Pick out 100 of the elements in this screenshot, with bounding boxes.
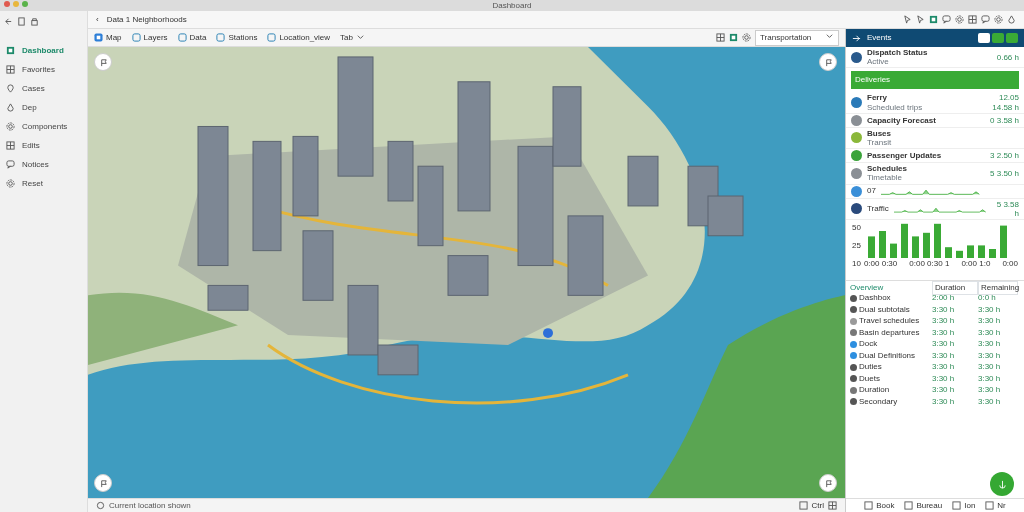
status-button[interactable]: Ctrl <box>811 499 824 512</box>
caret-icon <box>825 31 834 41</box>
column-header: Duration <box>932 280 978 295</box>
table-icon <box>968 15 977 24</box>
back-button[interactable]: ‹ <box>96 13 99 26</box>
gear-icon <box>955 15 964 24</box>
toolbar-button[interactable]: Map <box>94 31 122 44</box>
layers-icon <box>267 33 277 42</box>
item-subtitle: Active <box>867 57 890 67</box>
item-value: 0 3.58 h <box>990 115 1019 125</box>
table-cell-text: 3:30 h <box>932 315 956 328</box>
table-cell-text: 3:30 h <box>932 395 956 408</box>
bottom-tab[interactable]: Bureau <box>904 499 943 512</box>
sidebar-item[interactable]: Dashboard <box>0 41 87 60</box>
table-cell-text: 0:0 h <box>978 292 997 305</box>
sidebar-item[interactable]: Reset <box>0 174 87 193</box>
item-subtitle: Transit <box>867 137 892 148</box>
table-cell-text: 3:30 h <box>932 303 956 316</box>
table-cell-text: 3:30 h <box>978 395 1002 408</box>
axis-tick: 25 <box>852 239 861 252</box>
item-title: Buses <box>867 128 892 138</box>
grid-icon <box>929 15 938 24</box>
toolbar-button[interactable]: Location_view <box>267 31 331 44</box>
sidebar-item[interactable]: Cases <box>0 79 87 98</box>
gear-icon <box>742 33 751 42</box>
item-value: 3 2.50 h <box>990 151 1019 161</box>
select-field[interactable]: Transportation <box>755 29 839 46</box>
item-subtitle: Timetable <box>867 173 903 183</box>
table-cell: Basin departures <box>859 326 920 339</box>
item-value: 5 3.50 h <box>990 168 1019 178</box>
toggle-button[interactable] <box>992 33 1004 43</box>
status-text: Current location shown <box>109 499 191 512</box>
table-cell-text: 3:30 h <box>932 326 956 339</box>
sidebar-item[interactable]: Notices <box>0 155 87 174</box>
table-cell-text: 3:30 h <box>932 349 956 362</box>
table-cell-text: 3:30 h <box>978 326 1002 339</box>
toolbar-button[interactable]: Data <box>177 31 207 44</box>
table-cell: Dashbox <box>859 292 891 305</box>
table-cell-text: 3:30 h <box>978 338 1002 351</box>
axis-label: 0:00 0:30 1 <box>909 257 950 270</box>
add-button[interactable] <box>990 472 1014 496</box>
table-cell: Dual Definitions <box>859 349 916 362</box>
sidebar-item[interactable]: Edits <box>0 136 87 155</box>
bottom-tab[interactable]: Ion <box>952 499 976 512</box>
pin-icon <box>6 84 15 93</box>
table-cell: Travel schedules <box>859 315 920 328</box>
toolbar-button[interactable]: Layers <box>131 31 168 44</box>
axis-tick: 10 <box>852 257 861 270</box>
bottom-tab[interactable]: Nr <box>985 499 1006 512</box>
sidebar-item[interactable]: Components <box>0 117 87 136</box>
sidebar-item[interactable]: Favorites <box>0 60 87 79</box>
gear-icon <box>6 179 15 188</box>
layers-icon <box>177 33 187 42</box>
check-button[interactable] <box>1006 33 1018 43</box>
item-subtitle: Scheduled trips <box>867 102 923 112</box>
back-arrow-icon <box>4 16 13 26</box>
grid-icon <box>864 501 874 510</box>
gear-icon <box>6 122 15 131</box>
panel-title: Events <box>867 32 892 44</box>
table-icon <box>716 33 725 42</box>
chat-icon <box>942 15 951 24</box>
table-cell-text: 3:30 h <box>978 384 1002 397</box>
table-cell-text: 3:30 h <box>978 372 1002 385</box>
table-cell-text: 3:30 h <box>978 303 1002 316</box>
item-title: Capacity Forecast <box>867 115 936 125</box>
lock-icon <box>30 16 39 26</box>
drop-icon <box>6 103 15 112</box>
document-icon <box>17 16 26 26</box>
table-cell-text: 2:00 h <box>932 292 956 305</box>
grid-icon <box>985 501 995 510</box>
item-title: Ferry <box>867 93 888 103</box>
item-title: Dispatch Status <box>867 48 928 58</box>
item-value: 12.05 <box>997 93 1019 103</box>
window-title: Dashboard <box>492 1 532 10</box>
table-cell-text: 3:30 h <box>932 338 956 351</box>
item-value: 14.58 h <box>992 102 1019 112</box>
table-cell-text: 3:30 h <box>978 361 1002 374</box>
table-cell: Duets <box>859 372 880 385</box>
grid-icon <box>729 33 738 42</box>
grid-icon <box>6 46 15 55</box>
axis-tick: 50 <box>852 221 861 234</box>
bottom-tab[interactable]: Book <box>864 499 895 512</box>
table-cell-text: 3:30 h <box>978 315 1002 328</box>
grid-icon <box>904 501 914 510</box>
grid-icon <box>952 501 962 510</box>
sidebar-item[interactable]: Dep <box>0 98 87 117</box>
table-icon <box>6 65 15 74</box>
menu-button[interactable]: Tab <box>340 31 365 44</box>
axis-label: 0:00 1:0 <box>961 257 991 270</box>
column-header: Remaining <box>978 280 1018 295</box>
toolbar-button[interactable]: Stations <box>216 31 258 44</box>
item-title: Traffic <box>867 204 889 214</box>
edit-button[interactable] <box>978 33 990 43</box>
table-cell: Dock <box>859 338 878 351</box>
chat-icon <box>981 15 990 24</box>
caret-icon <box>356 33 365 42</box>
item-title: Passenger Updates <box>867 151 942 161</box>
table-icon <box>828 501 837 510</box>
item-title: Schedules <box>867 164 907 174</box>
table-cell: Secondary <box>859 395 898 408</box>
